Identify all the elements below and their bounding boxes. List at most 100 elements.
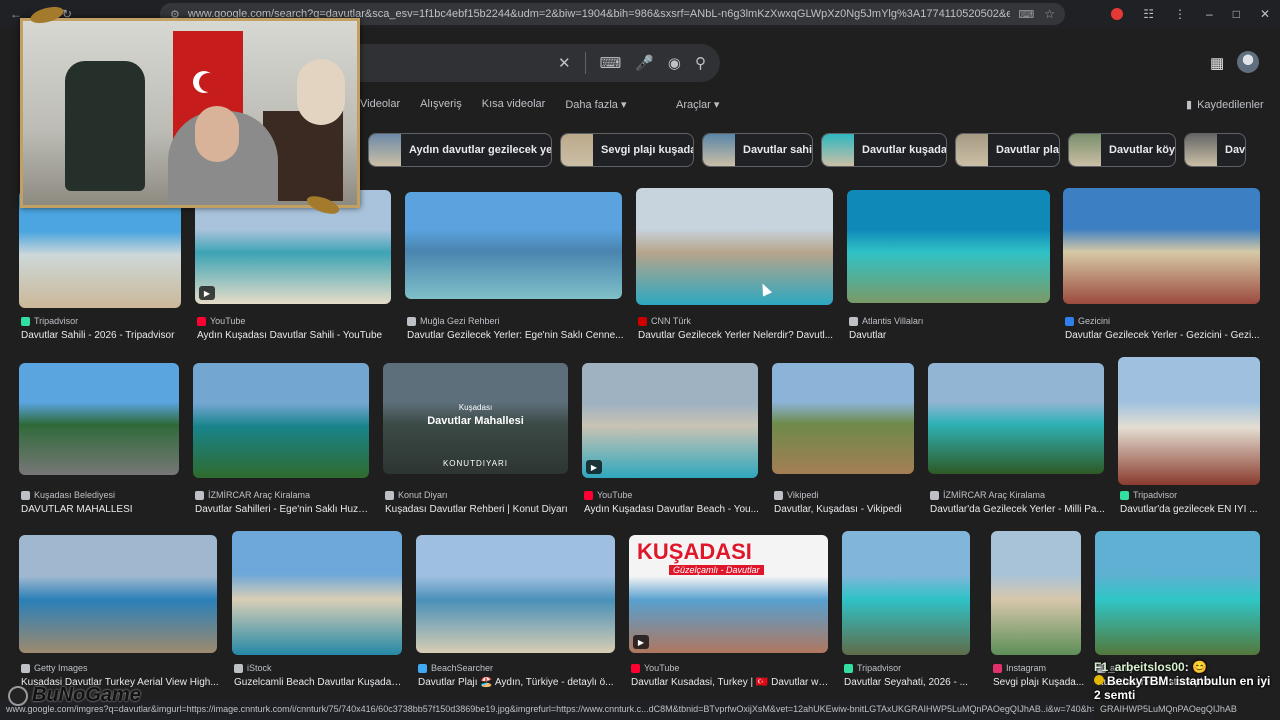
menu-dots-icon[interactable]: ⋮ xyxy=(1174,7,1186,21)
subscriber-badge-icon xyxy=(1094,675,1104,685)
result-source[interactable]: Getty Images xyxy=(21,663,88,673)
source-label: Instagram xyxy=(1006,663,1047,673)
result-thumbnail[interactable] xyxy=(405,192,622,299)
result-title[interactable]: Davutlar Gezilecek Yerler: Ege'nin Saklı… xyxy=(407,330,624,341)
result-thumbnail[interactable] xyxy=(636,188,833,305)
result-source[interactable]: YouTube xyxy=(584,490,632,500)
result-source[interactable]: Tripadvisor xyxy=(1120,490,1177,500)
result-thumbnail[interactable] xyxy=(1063,188,1260,304)
search-box[interactable]: ✕ ⌨ 🎤 ◉ ⚲ xyxy=(330,44,720,82)
result-thumbnail[interactable] xyxy=(1118,357,1260,485)
result-thumbnail[interactable] xyxy=(847,190,1050,303)
related-chip[interactable]: Sevgi plajı kuşadası xyxy=(560,133,694,167)
youtube-extension-icon[interactable] xyxy=(1111,8,1124,20)
chip-thumbnail xyxy=(1069,134,1101,166)
tab-more[interactable]: Daha fazla ▾ xyxy=(565,98,626,111)
tab-videos[interactable]: Videolar xyxy=(360,98,400,111)
avatar[interactable] xyxy=(1237,51,1259,73)
result-title[interactable]: Davutlar xyxy=(849,330,1052,341)
bookmark-star-icon[interactable]: ☆ xyxy=(1044,7,1055,21)
tools-button[interactable]: Araçlar ▾ xyxy=(676,98,719,111)
result-title[interactable]: Davutlar Sahilleri - Ege'nin Saklı Huzu.… xyxy=(195,504,371,515)
result-thumbnail[interactable] xyxy=(991,531,1081,655)
result-source[interactable]: Konut Diyarı xyxy=(385,490,448,500)
result-thumbnail[interactable] xyxy=(772,363,914,474)
result-title[interactable]: Davutlar Plajı 🏖️ Aydın, Türkiye - detay… xyxy=(418,677,617,688)
result-title[interactable]: Davutlar Gezilecek Yerler Nelerdir? Davu… xyxy=(638,330,835,341)
source-label: BeachSearcher xyxy=(431,663,494,673)
result-title[interactable]: Davutlar'da gezilecek EN İYİ ... xyxy=(1120,504,1262,515)
channel-logo: BuNoGame xyxy=(8,684,141,707)
saved-button[interactable]: ▮ Kaydedilenler xyxy=(1186,98,1264,112)
result-title[interactable]: Kuşadası Davutlar Rehberi | Konut Diyarı xyxy=(385,504,570,515)
result-title[interactable]: Davutlar Sahili - 2026 - Tripadvisor xyxy=(21,330,183,341)
result-title[interactable]: Davutlar'da Gezilecek Yerler - Milli Pa.… xyxy=(930,504,1106,515)
result-source[interactable]: Instagram xyxy=(993,663,1046,673)
result-source[interactable]: İZMİRCAR Araç Kiralama xyxy=(930,490,1045,500)
result-thumbnail[interactable]: KUŞADASI Güzelçamlı - Davutlar ▶ xyxy=(629,535,828,653)
result-source[interactable]: Gezicini xyxy=(1065,316,1110,326)
result-title[interactable]: Davutlar Gezilecek Yerler - Gezicini - G… xyxy=(1065,330,1262,341)
result-title[interactable]: Aydın Kuşadası Davutlar Sahili - YouTube xyxy=(197,330,393,341)
thumbnail-overlay-top: Kuşadası xyxy=(458,403,493,412)
result-thumbnail[interactable] xyxy=(19,363,179,475)
result-thumbnail[interactable] xyxy=(193,363,369,478)
lens-icon[interactable]: ◉ xyxy=(668,54,681,72)
source-label: Tripadvisor xyxy=(857,663,902,673)
result-source[interactable]: BeachSearcher xyxy=(418,663,493,673)
result-source[interactable]: Tripadvisor xyxy=(844,663,901,673)
extensions-icon[interactable]: ☷ xyxy=(1143,7,1154,21)
result-thumbnail[interactable] xyxy=(19,535,217,653)
result-thumbnail[interactable]: Kuşadası Davutlar Mahallesi KONUTDIYARI xyxy=(383,363,568,474)
source-label: Tripadvisor xyxy=(34,316,79,326)
result-source[interactable]: Tripadvisor xyxy=(21,316,78,326)
related-chip[interactable]: Davutlar kuşadası xyxy=(821,133,947,167)
result-source[interactable]: Muğla Gezi Rehberi xyxy=(407,316,500,326)
result-source[interactable]: Vikipedi xyxy=(774,490,818,500)
favicon-icon xyxy=(1120,490,1129,500)
result-thumbnail[interactable]: ▶ xyxy=(582,363,758,478)
maximize-icon[interactable]: □ xyxy=(1233,7,1240,21)
result-source[interactable]: İZMİRCAR Araç Kiralama xyxy=(195,490,310,500)
search-icon[interactable]: ⚲ xyxy=(695,54,706,72)
result-source[interactable]: YouTube xyxy=(631,663,679,673)
result-title[interactable]: Aydın Kuşadası Davutlar Beach - You... xyxy=(584,504,760,515)
result-thumbnail[interactable] xyxy=(232,531,402,655)
clear-icon[interactable]: ✕ xyxy=(558,54,571,72)
chat-username: BeckyTBM xyxy=(1107,674,1169,688)
translate-icon[interactable]: ⌨ xyxy=(1018,8,1034,21)
chat-text: : 😊 xyxy=(1184,660,1207,674)
related-chip[interactable]: Davutlar köyü xyxy=(1068,133,1176,167)
related-chip[interactable]: Davutlar plajı xyxy=(955,133,1060,167)
result-thumbnail[interactable] xyxy=(842,531,970,655)
chip-thumbnail xyxy=(561,134,593,166)
microphone-icon[interactable]: 🎤 xyxy=(635,54,654,72)
related-chip[interactable]: Davutl xyxy=(1184,133,1246,167)
play-icon: ▶ xyxy=(586,460,602,474)
related-chip[interactable]: Davutlar sahili xyxy=(702,133,813,167)
result-title[interactable]: DAVUTLAR MAHALLESİ xyxy=(21,504,181,515)
source-label: İZMİRCAR Araç Kiralama xyxy=(943,490,1046,500)
apps-grid-icon[interactable]: ▦ xyxy=(1210,54,1224,72)
keyboard-icon[interactable]: ⌨ xyxy=(600,54,622,72)
close-window-icon[interactable]: ✕ xyxy=(1260,7,1270,21)
result-source[interactable]: iStock xyxy=(234,663,272,673)
result-source[interactable]: Atlantis Villaları xyxy=(849,316,923,326)
tab-shopping[interactable]: Alışveriş xyxy=(420,98,462,111)
result-title[interactable]: Davutlar, Kuşadası - Vikipedi xyxy=(774,504,916,515)
result-title[interactable]: Davutlar Seyahati, 2026 - ... xyxy=(844,677,972,688)
result-source[interactable]: YouTube xyxy=(197,316,245,326)
result-thumbnail[interactable] xyxy=(928,363,1104,474)
result-title[interactable]: Davutlar Kusadasi, Turkey | 🇹🇷 Davutlar … xyxy=(631,677,830,688)
result-title[interactable]: Guzelcamli Beach Davutlar Kuşadas... xyxy=(234,677,404,688)
stream-chat: F1_arbeitslos00: 😊 BeckyTBM: istanbulun … xyxy=(1094,660,1280,720)
result-thumbnail[interactable] xyxy=(416,535,615,653)
result-thumbnail[interactable] xyxy=(1095,531,1260,655)
favicon-icon xyxy=(631,663,640,673)
result-source[interactable]: CNN Türk xyxy=(638,316,691,326)
tab-short-videos[interactable]: Kısa videolar xyxy=(482,98,546,111)
favicon-icon xyxy=(584,490,593,500)
minimize-icon[interactable]: – xyxy=(1206,7,1213,21)
result-source[interactable]: Kuşadası Belediyesi xyxy=(21,490,115,500)
related-chip[interactable]: Aydın davutlar gezilecek yerler xyxy=(368,133,552,167)
